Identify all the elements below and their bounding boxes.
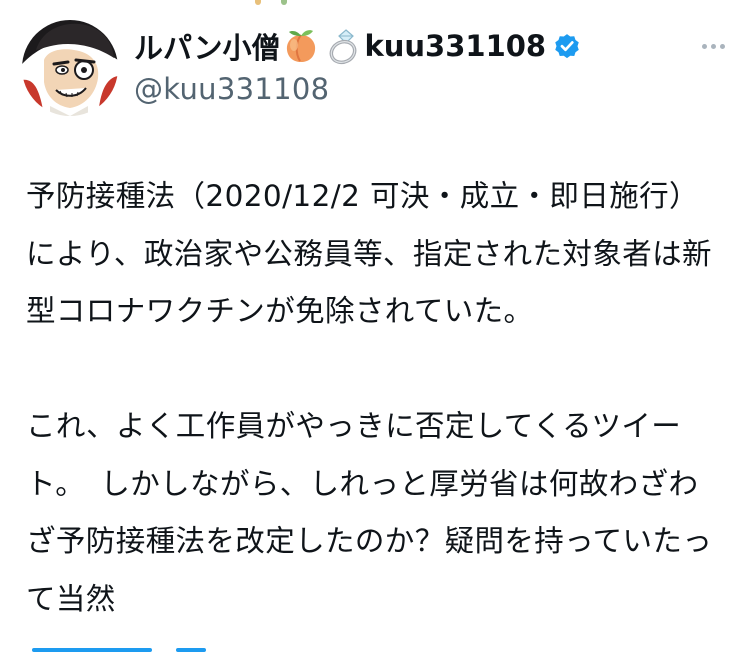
tweet-header: ルパン小僧 kuu331108 @kuu331108 — [134, 26, 729, 116]
lupin-cartoon-avatar-icon — [22, 20, 118, 116]
tweet-text: 予防接種法（2020/12/2 可決・成立・即日施行）により、政治家や公務員等、… — [26, 168, 716, 628]
ellipsis-icon-dot — [710, 43, 716, 49]
more-options-button[interactable] — [697, 30, 729, 62]
display-name-suffix[interactable]: kuu331108 — [364, 29, 546, 63]
ring-emoji-icon — [326, 27, 364, 65]
user-handle[interactable]: @kuu331108 — [134, 72, 729, 106]
ellipsis-icon — [701, 43, 707, 49]
avatar[interactable] — [22, 20, 118, 116]
verified-badge-icon[interactable] — [552, 31, 582, 61]
display-name[interactable]: ルパン小僧 — [134, 25, 280, 67]
name-row[interactable]: ルパン小僧 kuu331108 — [134, 26, 729, 66]
cropped-bottom-link — [26, 645, 226, 653]
tweet-paragraph-2: これ、よく工作員がやっきに否定してくるツイート。 しかしながら、しれっと厚労省は… — [26, 409, 713, 616]
cropped-top-emoji — [255, 0, 295, 6]
tweet-paragraph-1: 予防接種法（2020/12/2 可決・成立・即日施行）により、政治家や公務員等、… — [26, 179, 712, 328]
peach-emoji-icon — [282, 27, 320, 65]
ellipsis-icon-dot — [719, 43, 725, 49]
